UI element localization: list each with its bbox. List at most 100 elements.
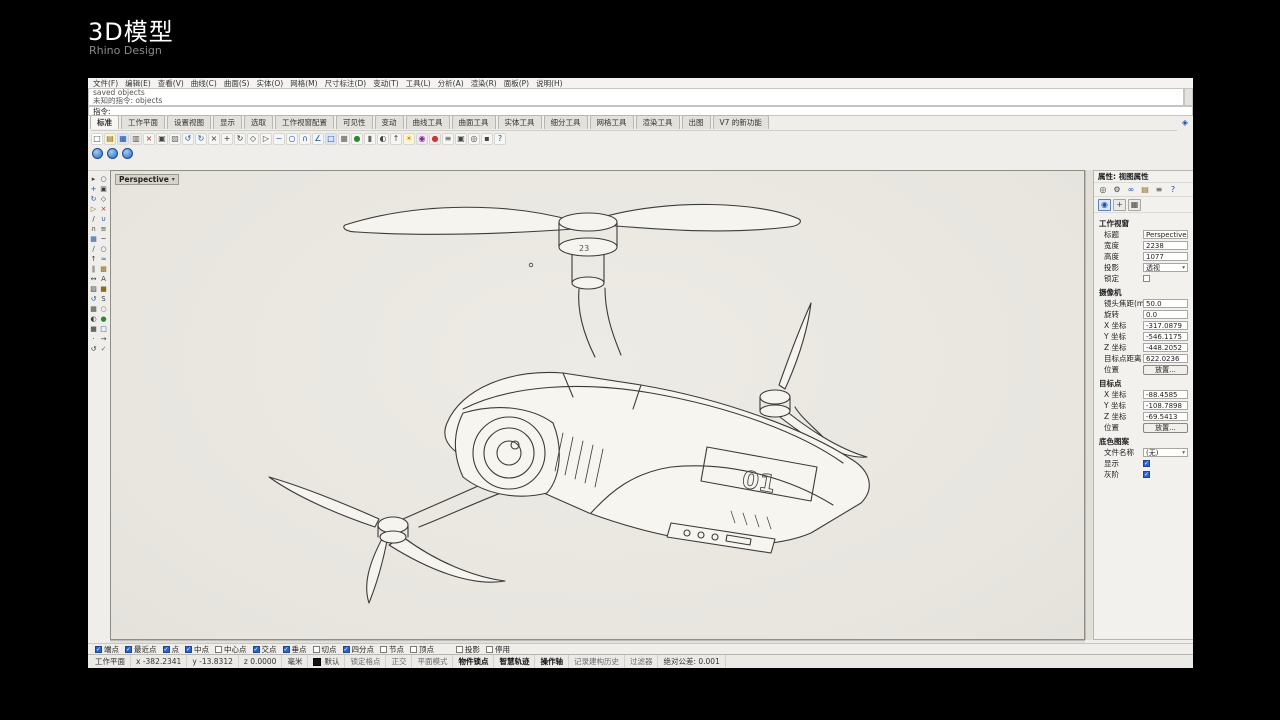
- link-icon[interactable]: ∞: [1126, 185, 1136, 195]
- property-value-field[interactable]: (无): [1143, 448, 1188, 457]
- menu-item[interactable]: 编辑(E): [125, 78, 151, 89]
- property-value-field[interactable]: -108.7898: [1143, 401, 1188, 410]
- property-value-field[interactable]: -317.0879: [1143, 321, 1188, 330]
- sphere-icon[interactable]: ●: [351, 133, 363, 145]
- sphere-icon[interactable]: ●: [99, 314, 108, 323]
- menu-item[interactable]: 尺寸标注(D): [325, 78, 367, 89]
- menu-item[interactable]: 渲染(R): [471, 78, 497, 89]
- array-icon[interactable]: ▦: [89, 234, 98, 243]
- light-icon[interactable]: ☀: [403, 133, 415, 145]
- shell-icon[interactable]: ○: [99, 304, 108, 313]
- menu-item[interactable]: 面板(P): [504, 78, 529, 89]
- menu-item[interactable]: 分析(A): [438, 78, 464, 89]
- toolbar-tab[interactable]: 设置视图: [167, 115, 211, 129]
- status-segment[interactable]: z 0.0000: [239, 655, 283, 668]
- delete-icon[interactable]: ×: [208, 133, 220, 145]
- menu-item[interactable]: 实体(O): [256, 78, 283, 89]
- extrude-icon[interactable]: ↑: [89, 254, 98, 263]
- curve-icon[interactable]: ~: [273, 133, 285, 145]
- lasso-icon[interactable]: ○: [99, 174, 108, 183]
- status-segment[interactable]: 锁定格点: [345, 655, 386, 668]
- copy-icon[interactable]: ▣: [156, 133, 168, 145]
- toolbar-tab[interactable]: 曲线工具: [406, 115, 450, 129]
- scale-icon[interactable]: ◇: [247, 133, 259, 145]
- circle-icon[interactable]: ○: [99, 244, 108, 253]
- dim-icon[interactable]: ↔: [89, 274, 98, 283]
- loft-icon[interactable]: ≈: [99, 254, 108, 263]
- property-value-field[interactable]: -69.5413: [1143, 412, 1188, 421]
- surface-icon[interactable]: □: [325, 133, 337, 145]
- layer-icon[interactable]: ≡: [442, 133, 454, 145]
- property-value-field[interactable]: 0.0: [1143, 310, 1188, 319]
- command-history-scrollbar[interactable]: [1184, 88, 1193, 106]
- leader-icon[interactable]: →: [99, 334, 108, 343]
- arc-icon[interactable]: ∩: [299, 133, 311, 145]
- toolbar-tab[interactable]: 选取: [244, 115, 273, 129]
- status-segment[interactable]: 过滤器: [625, 655, 659, 668]
- property-value-field[interactable]: 1077: [1143, 252, 1188, 261]
- gear-icon[interactable]: ⚙: [1112, 185, 1122, 195]
- box-icon[interactable]: ■: [89, 324, 98, 333]
- toolbar-tab[interactable]: 显示: [213, 115, 242, 129]
- menu-item[interactable]: 文件(F): [93, 78, 118, 89]
- status-segment[interactable]: 绝对公差: 0.001: [658, 655, 725, 668]
- move-icon[interactable]: +: [89, 184, 98, 193]
- curve-icon[interactable]: ~: [99, 234, 108, 243]
- polyline-icon[interactable]: ∠: [312, 133, 324, 145]
- boolean-icon[interactable]: ◐: [377, 133, 389, 145]
- status-segment[interactable]: y -13.8312: [187, 655, 239, 668]
- undo-icon[interactable]: ↺: [182, 133, 194, 145]
- extrude-icon[interactable]: ↑: [390, 133, 402, 145]
- property-checkbox[interactable]: [1143, 471, 1150, 478]
- mirror-icon[interactable]: ▷: [89, 204, 98, 213]
- property-value-field[interactable]: 2238: [1143, 241, 1188, 250]
- material-icon[interactable]: ●: [429, 133, 441, 145]
- list-icon[interactable]: ≡: [1154, 185, 1164, 195]
- wallpaper-tab[interactable]: ▦: [1128, 199, 1141, 211]
- view-preset-2-icon[interactable]: [107, 148, 118, 159]
- perspective-viewport[interactable]: Perspective 23: [110, 170, 1085, 640]
- point-icon[interactable]: ·: [89, 334, 98, 343]
- revolve-icon[interactable]: ↺: [89, 294, 98, 303]
- help-icon[interactable]: ?: [1168, 185, 1178, 195]
- plane-icon[interactable]: □: [99, 324, 108, 333]
- property-value-field[interactable]: -88.4585: [1143, 390, 1188, 399]
- text-icon[interactable]: A: [99, 274, 108, 283]
- status-segment[interactable]: 工作平面: [90, 655, 131, 668]
- property-value-field[interactable]: -546.1175: [1143, 332, 1188, 341]
- lock-icon[interactable]: ▪: [481, 133, 493, 145]
- boolean-icon[interactable]: ◐: [89, 314, 98, 323]
- property-checkbox[interactable]: [1143, 275, 1150, 282]
- toolbar-tab[interactable]: 可见性: [336, 115, 373, 129]
- undo-view-icon[interactable]: ↺: [89, 344, 98, 353]
- status-segment[interactable]: 默认: [308, 655, 345, 668]
- menu-item[interactable]: 变动(T): [373, 78, 398, 89]
- property-value-field[interactable]: 50.0: [1143, 299, 1188, 308]
- status-segment[interactable]: 物件锁点: [453, 655, 494, 668]
- toolbar-tab[interactable]: 标准: [90, 115, 119, 129]
- property-value-field[interactable]: -448.2052: [1143, 343, 1188, 352]
- menu-item[interactable]: 说明(H): [536, 78, 563, 89]
- mirror-icon[interactable]: ▷: [260, 133, 272, 145]
- property-value-field[interactable]: Perspective: [1143, 230, 1188, 239]
- new-file-icon[interactable]: □: [91, 133, 103, 145]
- status-segment[interactable]: x -382.2341: [131, 655, 187, 668]
- viewport-vertical-scrollbar[interactable]: [1085, 170, 1093, 640]
- hatch-icon[interactable]: ▨: [89, 284, 98, 293]
- property-action-button[interactable]: 放置...: [1143, 365, 1188, 375]
- toolbar-tab[interactable]: 工作平面: [121, 115, 165, 129]
- fillet-icon[interactable]: ∩: [89, 224, 98, 233]
- view-preset-1-icon[interactable]: [92, 148, 103, 159]
- toolbar-tab[interactable]: 网格工具: [590, 115, 634, 129]
- toolbar-tab[interactable]: 出图: [682, 115, 711, 129]
- folder-icon[interactable]: ▤: [1140, 185, 1150, 195]
- select-icon[interactable]: ▸: [89, 174, 98, 183]
- menu-item[interactable]: 查看(V): [158, 78, 184, 89]
- status-segment[interactable]: 正交: [386, 655, 412, 668]
- scale-icon[interactable]: ◇: [99, 194, 108, 203]
- split-icon[interactable]: /: [89, 214, 98, 223]
- viewport-properties-tab[interactable]: ◉: [1098, 199, 1111, 211]
- cut-icon[interactable]: ×: [143, 133, 155, 145]
- line-icon[interactable]: /: [89, 244, 98, 253]
- toolbar-tab[interactable]: 曲面工具: [452, 115, 496, 129]
